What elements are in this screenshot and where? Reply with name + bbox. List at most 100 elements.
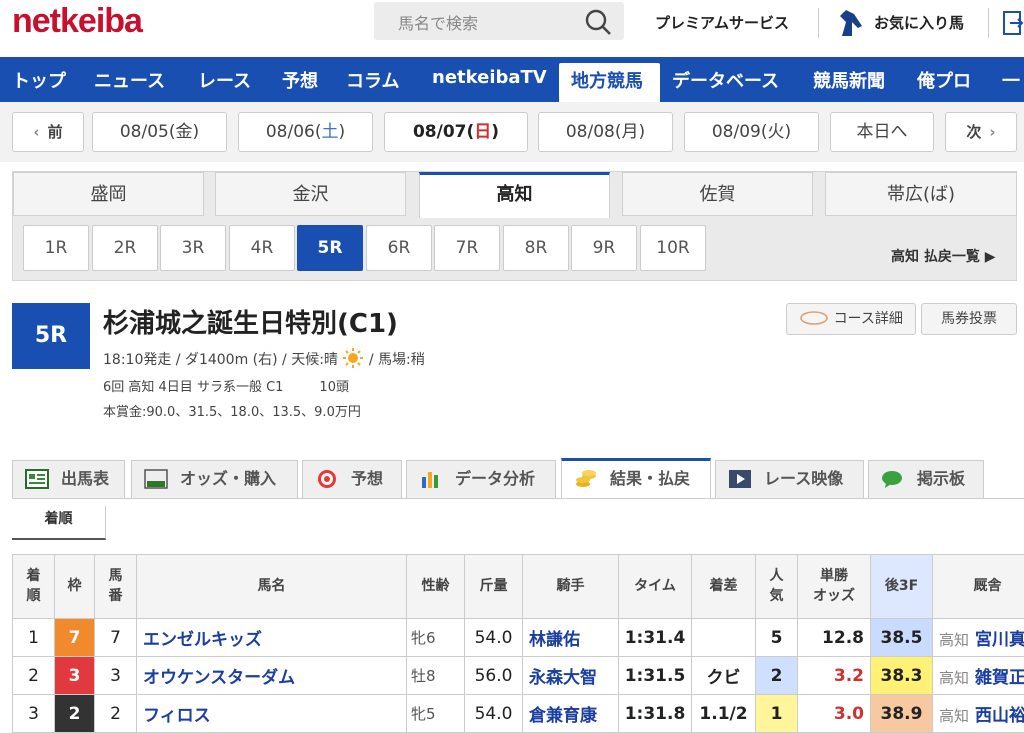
search-icon[interactable] [584, 8, 612, 36]
cell-umaban: 2 [95, 695, 137, 733]
nav-more[interactable]: 一 [1002, 67, 1020, 93]
tab-data-analysis[interactable]: データ分析 [406, 460, 556, 498]
main-nav: トップ ニュース レース 予想 コラム netkeibaTV 地方競馬 データベ… [0, 57, 1024, 102]
tab-track-kochi[interactable]: 高知 [419, 172, 610, 218]
race-meta: 6回 高知 4日目 サラ系一般 C110頭 [103, 376, 349, 395]
race-3r[interactable]: 3R [160, 225, 226, 271]
race-10r[interactable]: 10R [640, 225, 706, 271]
date-0809[interactable]: 08/09(火) [684, 112, 819, 152]
race-7r[interactable]: 7R [434, 225, 500, 271]
nav-database[interactable]: データベース [672, 67, 779, 93]
header-trainer: 厩舎 [933, 555, 1024, 619]
race-conditions: 18:10発走 / ダ1400m (右) / 天候:晴 / 馬場:稍 [103, 347, 425, 369]
jockey-link[interactable]: 永森大智 [523, 657, 619, 695]
tab-yoso[interactable]: 予想 [302, 460, 402, 498]
cell-waku: 2 [55, 695, 95, 733]
header-jockey: 騎手 [523, 555, 619, 619]
cell-umaban: 3 [95, 657, 137, 695]
header-margin: 着差 [692, 555, 756, 619]
date-0805[interactable]: 08/05(金) [92, 112, 227, 152]
race-5r-selected[interactable]: 5R [297, 225, 363, 271]
nav-orepro[interactable]: 俺プロ [917, 67, 971, 93]
cell-time: 1:31.4 [619, 619, 692, 657]
table-row: 2 3 3 オウケンスターダム 牡8 56.0 永森大智 1:31.5 クビ 2… [13, 657, 1024, 695]
nav-netkeiba-tv[interactable]: netkeibaTV [432, 67, 547, 88]
trainer-link[interactable]: 高知宮川真 [933, 619, 1024, 657]
cell-weight: 54.0 [465, 695, 523, 733]
login-icon[interactable] [1000, 8, 1024, 38]
header-sex-age: 性齢 [407, 555, 465, 619]
tab-track-saga[interactable]: 佐賀 [622, 172, 813, 216]
nav-race[interactable]: レース [198, 67, 251, 93]
video-icon [728, 469, 752, 489]
race-title: 杉浦城之誕生日特別(C1) [103, 303, 398, 340]
race-4r[interactable]: 4R [229, 225, 295, 271]
tab-race-video[interactable]: レース映像 [715, 460, 864, 498]
header-weight: 斤量 [465, 555, 523, 619]
next-date-button[interactable]: 次› [945, 112, 1017, 152]
trainer-link[interactable]: 高知雑賀正 [933, 657, 1024, 695]
results-table: 着順 枠 馬番 馬名 性齢 斤量 騎手 タイム 着差 人気 単勝オッズ 後3F … [12, 554, 1024, 733]
jockey-link[interactable]: 倉兼育康 [523, 695, 619, 733]
horse-name-link[interactable]: オウケンスターダム [137, 657, 407, 695]
cell-odds: 3.0 [798, 695, 871, 733]
cell-sex-age: 牝6 [407, 619, 465, 657]
tab-odds[interactable]: オッズ・購入 [131, 460, 298, 498]
today-button[interactable]: 本日へ [830, 112, 934, 152]
date-0806[interactable]: 08/06(土) [238, 112, 373, 152]
cell-last-3f: 38.9 [871, 695, 933, 733]
date-0808[interactable]: 08/08(月) [538, 112, 673, 152]
payout-list-link[interactable]: 高知 払戻一覧 ▶ [891, 246, 996, 266]
subtab-chakujun[interactable]: 着順 [12, 506, 106, 540]
tab-track-kanazawa[interactable]: 金沢 [215, 172, 406, 216]
cell-popularity: 1 [756, 695, 798, 733]
search-box[interactable]: 馬名で検索 [374, 2, 624, 40]
site-header: netkeiba 馬名で検索 プレミアムサービス お気に入り馬 [0, 0, 1024, 57]
table-row: 3 2 2 フィロス 牝5 54.0 倉兼育康 1:31.8 1.1/2 1 3… [13, 695, 1024, 733]
cell-time: 1:31.5 [619, 657, 692, 695]
cell-last-3f: 38.3 [871, 657, 933, 695]
bar-chart-icon [419, 469, 443, 489]
tab-shutsuba[interactable]: 出馬表 [12, 460, 125, 498]
search-input[interactable]: 馬名で検索 [398, 10, 478, 34]
cell-waku: 3 [55, 657, 95, 695]
course-icon [799, 310, 829, 326]
race-8r[interactable]: 8R [503, 225, 569, 271]
horse-name-link[interactable]: エンゼルキッズ [137, 619, 407, 657]
favorite-horses-link[interactable]: お気に入り馬 [874, 12, 964, 33]
target-icon [315, 469, 339, 489]
nav-yoso[interactable]: 予想 [282, 67, 318, 93]
bet-button[interactable]: 馬券投票 [921, 303, 1017, 335]
horse-name-link[interactable]: フィロス [137, 695, 407, 733]
cell-odds: 12.8 [798, 619, 871, 657]
tab-bbs[interactable]: 掲示板 [868, 460, 984, 498]
prev-date-button[interactable]: ‹前 [12, 112, 84, 152]
tab-track-morioka[interactable]: 盛岡 [13, 172, 204, 216]
trainer-link[interactable]: 高知西山裕 [933, 695, 1024, 733]
race-2r[interactable]: 2R [92, 225, 158, 271]
header-horse-name: 馬名 [137, 555, 407, 619]
nav-chihou[interactable]: 地方競馬 [571, 67, 643, 93]
horse-icon [836, 8, 864, 38]
site-logo[interactable]: netkeiba [12, 2, 142, 41]
header-popularity: 人気 [756, 555, 798, 619]
header-divider [988, 8, 989, 38]
nav-column[interactable]: コラム [346, 67, 399, 93]
jockey-link[interactable]: 林謙佑 [523, 619, 619, 657]
nav-news[interactable]: ニュース [94, 67, 165, 93]
nav-top[interactable]: トップ [12, 67, 66, 93]
race-9r[interactable]: 9R [571, 225, 637, 271]
course-detail-button[interactable]: コース詳細 [786, 303, 916, 335]
date-0807-current[interactable]: 08/07(日) [384, 112, 528, 152]
nav-shinbun[interactable]: 競馬新聞 [813, 67, 885, 93]
header-time: タイム [619, 555, 692, 619]
premium-service-link[interactable]: プレミアムサービス [655, 12, 789, 33]
prize-money: 本賞金:90.0、31.5、18.0、13.5、9.0万円 [103, 401, 361, 420]
ipat-icon [144, 469, 168, 489]
cell-sex-age: 牝5 [407, 695, 465, 733]
tab-results-payout[interactable]: 結果・払戻 [561, 458, 711, 498]
race-6r[interactable]: 6R [366, 225, 432, 271]
tab-track-obihiro[interactable]: 帯広(ば) [825, 172, 1017, 216]
race-1r[interactable]: 1R [23, 225, 89, 271]
table-icon [25, 469, 49, 489]
